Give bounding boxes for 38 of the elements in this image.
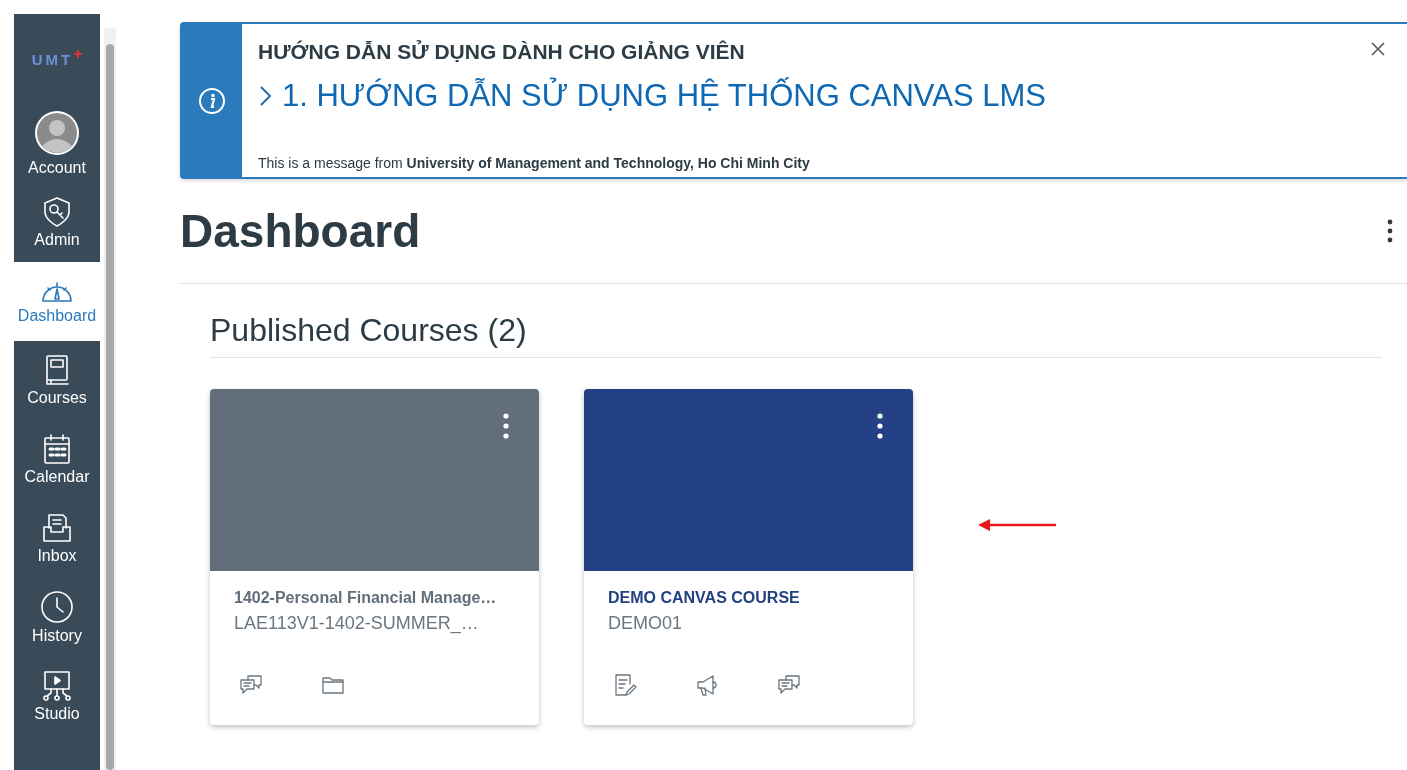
card-options-button[interactable]	[877, 413, 883, 439]
page-title: Dashboard	[180, 204, 421, 258]
kebab-menu-icon	[877, 413, 883, 439]
calendar-icon	[42, 433, 72, 465]
nav-item[interactable]: Studio	[14, 657, 100, 736]
book-icon	[43, 354, 71, 386]
nav-item[interactable]: Courses	[14, 341, 100, 420]
course-code: DEMO01	[608, 613, 684, 634]
course-action-link[interactable]	[612, 672, 638, 698]
course-title[interactable]: 1402-Personal Financial Manage…	[234, 589, 515, 607]
scrollbar[interactable]	[104, 28, 116, 770]
kebab-menu-icon	[503, 413, 509, 439]
nav-item[interactable]: Account	[14, 104, 100, 183]
info-icon	[198, 86, 226, 115]
inbox-tray-icon	[41, 512, 73, 544]
course-code: LAE113V1-1402-SUMMER_…	[234, 613, 480, 634]
clock-icon	[40, 590, 74, 624]
announcement-link[interactable]: 1. HƯỚNG DẪN SỬ DỤNG HỆ THỐNG CANVAS LMS	[258, 78, 1391, 114]
document-pencil-icon	[612, 672, 638, 698]
kebab-menu-icon	[1387, 219, 1393, 243]
nav-item[interactable]: Admin	[14, 183, 100, 262]
section-title: Published Courses (2)	[210, 312, 1382, 358]
studio-screen-icon	[41, 670, 73, 702]
chevron-right-icon	[258, 85, 272, 107]
nav-item[interactable]: Calendar	[14, 420, 100, 499]
nav-item[interactable]: Dashboard	[14, 262, 100, 341]
shield-key-icon	[42, 196, 72, 228]
card-options-button[interactable]	[503, 413, 509, 439]
logo-text: UMT	[31, 50, 74, 68]
plus-logo-icon	[74, 50, 83, 58]
announcement-heading: HƯỚNG DẪN SỬ DỤNG DÀNH CHO GIẢNG VIÊN	[258, 40, 745, 64]
close-icon	[1371, 42, 1385, 56]
nav-item[interactable]: Inbox	[14, 499, 100, 578]
avatar-icon	[34, 110, 80, 156]
close-button[interactable]	[1371, 42, 1385, 56]
nav-item[interactable]: History	[14, 578, 100, 657]
announcement-message: This is a message from University of Management and Technology, Ho Chi Minh City	[258, 155, 811, 171]
course-title[interactable]: DEMO CANVAS COURSE	[608, 589, 889, 607]
